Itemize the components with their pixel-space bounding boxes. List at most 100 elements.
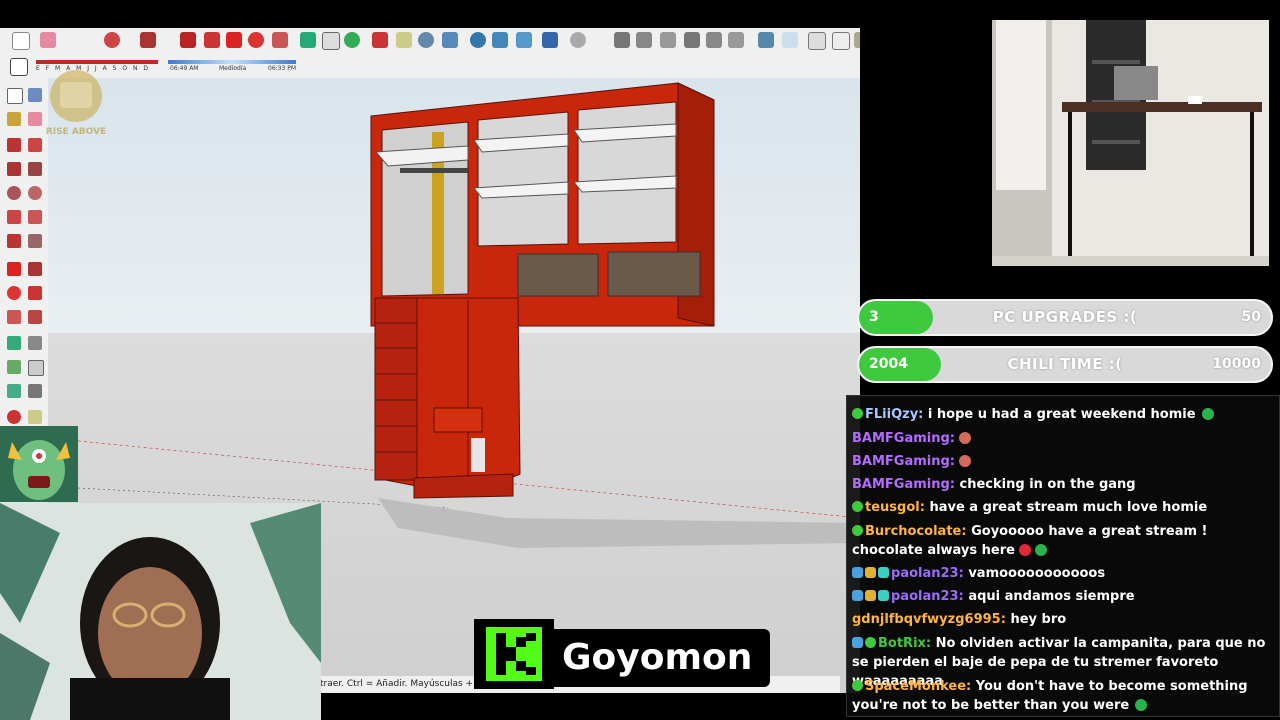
3d-text-icon[interactable] xyxy=(28,384,42,398)
rectangle-tool-icon[interactable] xyxy=(140,32,156,48)
rect-tool-icon[interactable] xyxy=(7,162,21,176)
wireframe-icon[interactable] xyxy=(782,32,798,48)
kick-logo-icon xyxy=(474,619,554,689)
paint-icon[interactable] xyxy=(7,112,21,126)
chat-username[interactable]: SpaceMonkee: xyxy=(865,679,971,694)
zoom-extents-icon[interactable] xyxy=(442,32,458,48)
polygon-icon[interactable] xyxy=(28,186,42,200)
tape-left-icon[interactable] xyxy=(7,336,21,350)
chat-username[interactable]: Burchocolate: xyxy=(865,524,967,539)
geo-location-icon[interactable] xyxy=(570,32,586,48)
goal-current: 2004 xyxy=(869,356,908,372)
chat-message: BAMFGaming: xyxy=(852,452,1272,471)
left-view-icon[interactable] xyxy=(728,32,744,48)
front-view-icon[interactable] xyxy=(660,32,676,48)
offset-icon[interactable] xyxy=(28,310,42,324)
text-left-icon[interactable] xyxy=(28,360,44,376)
arc-tool-icon[interactable] xyxy=(104,32,120,48)
goal-label: CHILI TIME :( xyxy=(1007,355,1123,373)
circle-tool-icon[interactable] xyxy=(7,186,21,200)
warehouse-icon[interactable] xyxy=(470,32,486,48)
cabinet-shadow xyxy=(378,498,860,548)
rotate-left-icon[interactable] xyxy=(7,286,21,300)
move-icon[interactable] xyxy=(226,32,242,48)
svg-text:RISE ABOVE: RISE ABOVE xyxy=(46,127,106,137)
push-pull-left-icon[interactable] xyxy=(28,262,42,276)
chat-text: checking in on the gang xyxy=(955,477,1136,492)
face-emote-icon xyxy=(959,455,971,467)
compartment-3 xyxy=(577,101,677,245)
xray-icon[interactable] xyxy=(758,32,774,48)
scale-left-icon[interactable] xyxy=(7,310,21,324)
eraser-icon[interactable] xyxy=(40,32,56,48)
goal-current: 3 xyxy=(869,309,879,325)
chat-username[interactable]: paolan23: xyxy=(891,589,964,604)
shadow-toggle-icon[interactable] xyxy=(10,58,28,76)
chat-username[interactable]: FLiiQzy: xyxy=(865,407,923,422)
drawer-1 xyxy=(517,253,599,297)
follow-me-left-icon[interactable] xyxy=(28,286,42,300)
paint-bucket-icon[interactable] xyxy=(344,32,360,48)
tape-measure-icon[interactable] xyxy=(300,32,316,48)
shadow-time-slider[interactable] xyxy=(168,60,296,64)
orbit-left-icon[interactable] xyxy=(7,410,21,424)
chat-text: hey bro xyxy=(1005,612,1067,627)
chat-username[interactable]: teusgol: xyxy=(865,500,925,515)
move-left-icon[interactable] xyxy=(7,262,21,276)
rotated-rect-icon[interactable] xyxy=(28,162,42,176)
right-view-icon[interactable] xyxy=(684,32,700,48)
shaded-icon[interactable] xyxy=(832,32,850,50)
select-icon[interactable] xyxy=(7,88,23,104)
kick-name-box: Goyomon xyxy=(554,629,770,687)
top-view-icon[interactable] xyxy=(636,32,652,48)
orbit-icon[interactable] xyxy=(372,32,388,48)
back-view-icon[interactable] xyxy=(706,32,722,48)
dimension-icon[interactable] xyxy=(28,336,42,350)
arc3-icon[interactable] xyxy=(7,234,21,248)
arc-left-icon[interactable] xyxy=(7,210,21,224)
hidden-line-icon[interactable] xyxy=(808,32,826,50)
protractor-icon[interactable] xyxy=(7,360,21,374)
chat-message: SpaceMonkee: You don't have to become so… xyxy=(852,677,1272,715)
chat-username[interactable]: BAMFGaming: xyxy=(852,454,955,469)
iso-view-icon[interactable] xyxy=(614,32,630,48)
layers-icon[interactable] xyxy=(516,32,532,48)
chat-username[interactable]: BAMFGaming: xyxy=(852,477,955,492)
green-badge-icon xyxy=(852,525,863,536)
green-heart-icon xyxy=(1135,699,1148,711)
line-tool-icon[interactable] xyxy=(7,138,21,152)
text-tool-icon[interactable] xyxy=(322,32,340,50)
chat-username[interactable]: gdnjlfbqvfwyzg6995: xyxy=(852,612,1006,627)
pan-icon[interactable] xyxy=(396,32,412,48)
chat-username[interactable]: BAMFGaming: xyxy=(852,431,955,446)
follow-me-icon[interactable] xyxy=(204,32,220,48)
heart-icon xyxy=(1034,544,1047,556)
lower-drawer xyxy=(433,407,483,433)
chat-username[interactable]: BotRix: xyxy=(878,636,931,651)
push-pull-icon[interactable] xyxy=(180,32,196,48)
arc2-icon[interactable] xyxy=(28,210,42,224)
shadow-end-time: 06:33 PM xyxy=(268,65,296,72)
green-heart-icon xyxy=(1201,408,1214,420)
rotate-icon[interactable] xyxy=(248,32,264,48)
pie-icon[interactable] xyxy=(28,234,42,248)
desk-photo xyxy=(992,20,1269,266)
laptop xyxy=(1114,66,1158,100)
blue-badge-icon xyxy=(852,590,863,601)
green-badge-icon xyxy=(865,637,876,648)
base-plinth xyxy=(413,473,514,499)
face-emote-icon xyxy=(959,432,971,444)
side-shelf-column xyxy=(374,297,418,481)
zoom-icon[interactable] xyxy=(418,32,434,48)
shaded-textures-icon[interactable] xyxy=(854,32,860,48)
styles-icon[interactable] xyxy=(542,32,558,48)
pan-left-icon[interactable] xyxy=(28,410,42,424)
select-tool-icon[interactable] xyxy=(12,32,30,50)
scale-icon[interactable] xyxy=(272,32,288,48)
channel-name: Goyomon xyxy=(562,637,753,678)
extension-icon[interactable] xyxy=(492,32,508,48)
axes-icon[interactable] xyxy=(7,384,21,398)
chat-username[interactable]: paolan23: xyxy=(891,566,964,581)
goal-bar-pc-upgrades: PC UPGRADES :( 3 50 xyxy=(857,299,1273,336)
webcam-feed xyxy=(0,503,321,720)
